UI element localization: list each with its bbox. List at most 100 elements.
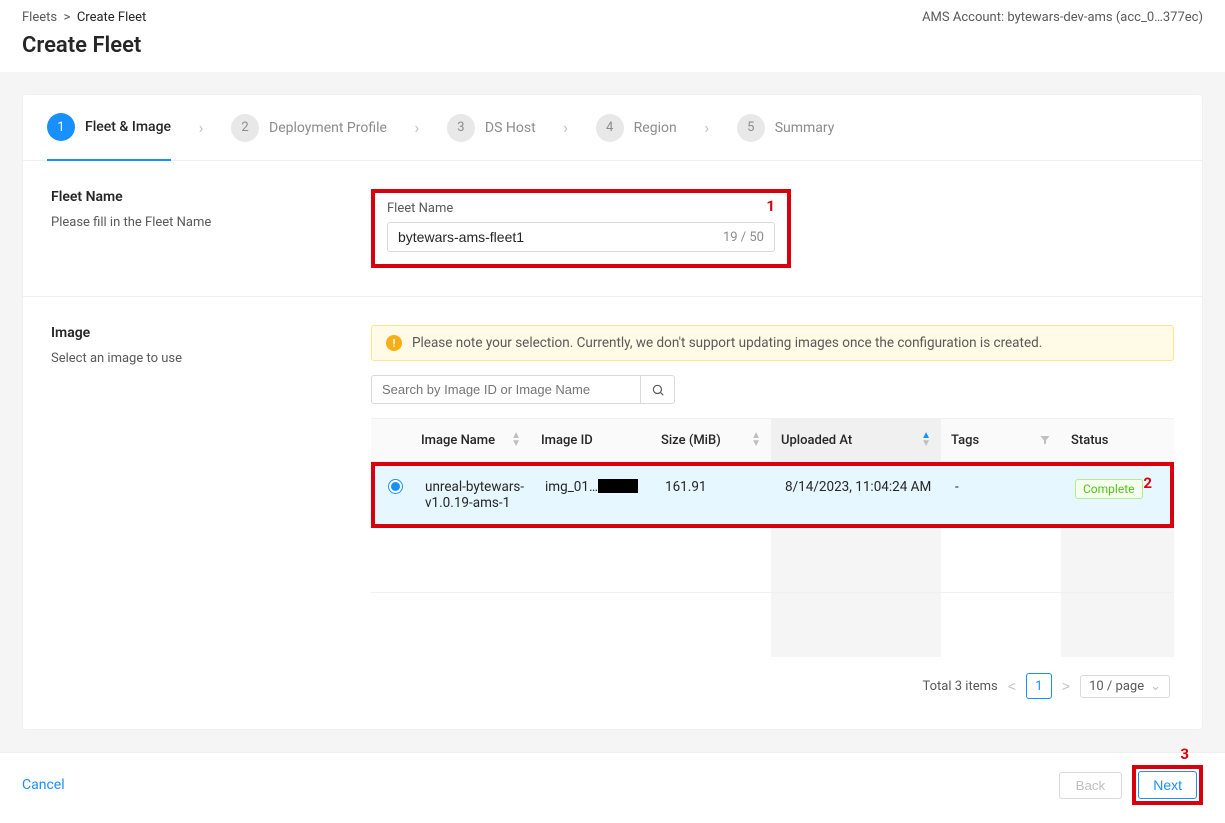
step-number: 1 <box>47 113 75 141</box>
step-label: Fleet & Image <box>85 119 171 135</box>
col-radio <box>371 419 411 461</box>
image-radio[interactable] <box>388 479 403 494</box>
annotation-box-3: 3 Next <box>1132 765 1203 805</box>
step-number: 5 <box>737 114 765 142</box>
cancel-button[interactable]: Cancel <box>22 777 65 793</box>
filter-icon[interactable] <box>1039 434 1051 446</box>
col-label: Size (MiB) <box>661 433 721 448</box>
cell-uploaded-at: 8/14/2023, 11:04:24 AM <box>775 466 945 508</box>
pagination-size-select[interactable]: 10 / page ⌄ <box>1080 675 1170 698</box>
breadcrumb-current: Create Fleet <box>77 10 146 25</box>
search-icon <box>651 383 665 397</box>
col-label: Image ID <box>541 433 593 448</box>
step-deployment-profile[interactable]: 2 Deployment Profile <box>231 95 387 160</box>
step-label: Region <box>634 120 677 136</box>
step-number: 3 <box>447 114 475 142</box>
page-header: Fleets > Create Fleet AMS Account: bytew… <box>0 0 1225 72</box>
alert-text: Please note your selection. Currently, w… <box>412 335 1042 351</box>
step-ds-host[interactable]: 3 DS Host <box>447 95 536 160</box>
section-right: 1 Fleet Name 19 / 50 <box>371 189 1174 268</box>
redacted-text <box>598 479 638 493</box>
section-title: Image <box>51 325 331 341</box>
section-title: Fleet Name <box>51 189 331 205</box>
status-badge: Complete <box>1075 479 1143 499</box>
step-number: 2 <box>231 114 259 142</box>
page-body: 1 Fleet & Image › 2 Deployment Profile ›… <box>0 72 1225 752</box>
cell-size: 161.91 <box>655 466 775 508</box>
image-search-input[interactable] <box>371 375 641 404</box>
col-image-id: Image ID <box>531 419 651 461</box>
fleet-name-input-wrap: 19 / 50 <box>387 222 775 252</box>
sort-icon[interactable]: ▲▼ <box>751 432 761 448</box>
cell-image-name: unreal-bytewars-v1.0.19-ams-1 <box>415 466 535 524</box>
annotation-box-1: 1 Fleet Name 19 / 50 <box>371 189 791 268</box>
table-row[interactable] <box>371 528 1174 593</box>
cell-image-id: img_01… <box>535 466 655 508</box>
chevron-right-icon: › <box>677 95 737 160</box>
search-row <box>371 375 1174 404</box>
pagination-size-label: 10 / page <box>1089 679 1144 694</box>
col-label: Tags <box>951 433 979 448</box>
col-size[interactable]: Size (MiB) ▲▼ <box>651 419 771 461</box>
sort-icon[interactable]: ▲▼ <box>511 432 521 448</box>
pagination-page[interactable]: 1 <box>1026 673 1052 699</box>
wizard-card: 1 Fleet & Image › 2 Deployment Profile ›… <box>22 94 1203 730</box>
col-label: Status <box>1071 433 1108 448</box>
section-right: ! Please note your selection. Currently,… <box>371 325 1174 701</box>
image-table: Image Name ▲▼ Image ID Size (MiB) ▲▼ Upl… <box>371 418 1174 657</box>
annotation-number: 1 <box>766 197 775 215</box>
col-label: Image Name <box>421 433 495 448</box>
annotation-number: 3 <box>1180 745 1189 763</box>
pagination-next[interactable]: > <box>1062 678 1070 694</box>
col-image-name[interactable]: Image Name ▲▼ <box>411 419 531 461</box>
section-desc: Please fill in the Fleet Name <box>51 215 331 230</box>
col-label: Uploaded At <box>781 433 852 448</box>
next-button[interactable]: Next <box>1138 771 1197 799</box>
wizard-steps: 1 Fleet & Image › 2 Deployment Profile ›… <box>23 95 1202 161</box>
pagination-prev[interactable]: < <box>1008 678 1016 694</box>
step-label: Deployment Profile <box>269 120 387 136</box>
pagination: Total 3 items < 1 > 10 / page ⌄ <box>371 657 1174 701</box>
breadcrumb: Fleets > Create Fleet <box>22 10 146 25</box>
search-button[interactable] <box>641 375 675 404</box>
cell-status: Complete <box>1065 466 1170 512</box>
step-label: Summary <box>775 120 835 136</box>
col-uploaded-at[interactable]: Uploaded At ▲▼ <box>771 419 941 461</box>
section-left: Fleet Name Please fill in the Fleet Name <box>51 189 331 268</box>
fleet-name-section: Fleet Name Please fill in the Fleet Name… <box>23 161 1202 297</box>
annotation-number: 2 <box>1143 474 1152 492</box>
breadcrumb-row: Fleets > Create Fleet AMS Account: bytew… <box>22 10 1203 25</box>
ams-account-label-text: AMS Account: <box>922 10 1004 25</box>
page-title: Create Fleet <box>22 33 1203 58</box>
table-header: Image Name ▲▼ Image ID Size (MiB) ▲▼ Upl… <box>371 418 1174 462</box>
step-label: DS Host <box>485 120 536 136</box>
table-row[interactable]: unreal-bytewars-v1.0.19-ams-1 img_01… 16… <box>375 466 1170 524</box>
section-desc: Select an image to use <box>51 351 331 366</box>
step-region[interactable]: 4 Region <box>596 95 677 160</box>
image-section: Image Select an image to use ! Please no… <box>23 297 1202 729</box>
fleet-name-label: Fleet Name <box>387 201 775 216</box>
image-id-prefix: img_01… <box>545 479 598 495</box>
back-button[interactable]: Back <box>1059 772 1123 799</box>
ams-account-value: bytewars-dev-ams (acc_0…377ec) <box>1007 10 1203 25</box>
chevron-right-icon: › <box>536 95 596 160</box>
fleet-name-input[interactable] <box>398 229 715 245</box>
footer-right: Back 3 Next <box>1059 765 1203 805</box>
chevron-right-icon: › <box>387 95 447 160</box>
annotation-box-2: 2 unreal-bytewars-v1.0.19-ams-1 img_01… … <box>371 462 1174 528</box>
breadcrumb-root-link[interactable]: Fleets <box>22 10 57 25</box>
wizard-footer: Cancel Back 3 Next <box>0 752 1225 823</box>
pagination-total: Total 3 items <box>923 679 998 694</box>
cell-tags: - <box>945 466 1065 508</box>
step-fleet-image[interactable]: 1 Fleet & Image <box>47 95 171 161</box>
table-row[interactable] <box>371 593 1174 657</box>
step-number: 4 <box>596 114 624 142</box>
ams-account-label: AMS Account: bytewars-dev-ams (acc_0…377… <box>922 10 1203 25</box>
sort-icon[interactable]: ▲▼ <box>921 432 931 448</box>
warning-icon: ! <box>386 335 402 351</box>
col-tags[interactable]: Tags <box>941 419 1061 461</box>
step-summary[interactable]: 5 Summary <box>737 95 835 160</box>
row-radio-cell <box>375 466 415 507</box>
breadcrumb-separator: > <box>60 10 76 25</box>
chevron-down-icon: ⌄ <box>1150 679 1161 694</box>
